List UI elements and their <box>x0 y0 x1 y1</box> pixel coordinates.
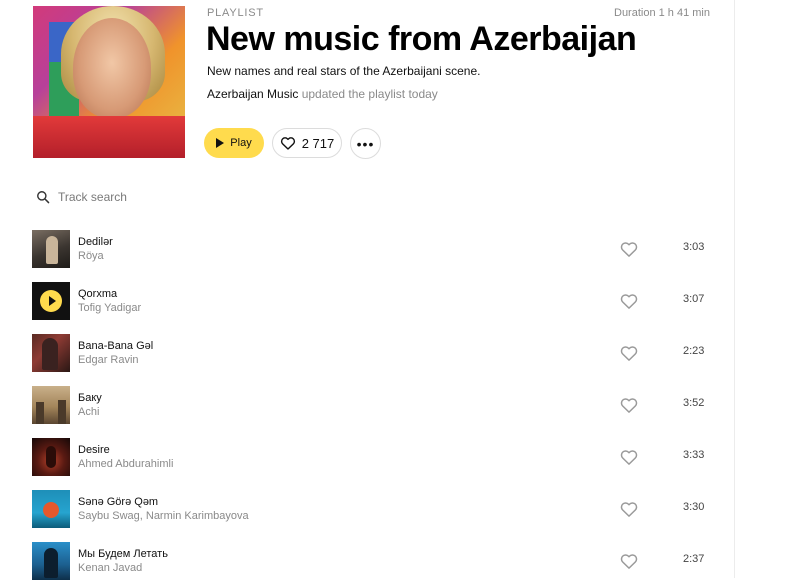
playlist-updated-line: Azerbaijan Music updated the playlist to… <box>207 87 438 101</box>
playlist-type-label: PLAYLIST <box>207 7 264 19</box>
track-title[interactable]: Баку <box>78 392 102 404</box>
track-title[interactable]: Qorxma <box>78 288 117 300</box>
likes-count: 2 717 <box>301 135 335 151</box>
track-duration: 2:23 <box>683 345 705 357</box>
track-title[interactable]: Bana-Bana Gəl <box>78 340 153 352</box>
playlist-author-link[interactable]: Azerbaijan Music <box>207 87 298 101</box>
track-search[interactable] <box>36 188 336 206</box>
track-row[interactable]: Мы Будем Летать Kenan Javad 2:37 <box>0 535 734 587</box>
track-row[interactable]: Баку Achi 3:52 <box>0 379 734 431</box>
track-cover <box>32 438 70 476</box>
playlist-cover <box>33 6 185 158</box>
track-artist[interactable]: Kenan Javad <box>78 562 142 574</box>
more-options-button[interactable]: ••• <box>350 128 381 159</box>
content-divider <box>734 0 735 578</box>
track-artist[interactable]: Saybu Swag, Narmin Karimbayova <box>78 510 249 522</box>
playlist-updated-text: updated the playlist today <box>298 87 438 101</box>
heart-icon[interactable] <box>620 552 638 570</box>
track-cover <box>32 386 70 424</box>
track-row[interactable]: Sənə Görə Qəm Saybu Swag, Narmin Karimba… <box>0 483 734 535</box>
track-cover <box>32 334 70 372</box>
play-track-button[interactable] <box>40 290 62 312</box>
heart-icon[interactable] <box>620 396 638 414</box>
track-title[interactable]: Мы Будем Летать <box>78 548 168 560</box>
heart-icon[interactable] <box>620 344 638 362</box>
track-row[interactable]: Dedilər Röya 3:03 <box>0 223 734 275</box>
track-title[interactable]: Dedilər <box>78 236 113 248</box>
track-artist[interactable]: Edgar Ravin <box>78 354 139 366</box>
track-search-input[interactable] <box>58 190 258 204</box>
track-artist[interactable]: Röya <box>78 250 104 262</box>
track-duration: 3:03 <box>683 241 705 253</box>
track-duration: 2:37 <box>683 553 705 565</box>
search-icon <box>37 191 50 204</box>
track-cover <box>32 490 70 528</box>
playlist-title: New music from Azerbaijan <box>206 20 637 58</box>
heart-icon[interactable] <box>620 292 638 310</box>
track-duration: 3:30 <box>683 501 705 513</box>
more-icon: ••• <box>356 135 375 152</box>
track-cover <box>32 282 70 320</box>
playlist-description: New names and real stars of the Azerbaij… <box>207 64 481 78</box>
track-duration: 3:52 <box>683 397 705 409</box>
track-cover <box>32 542 70 580</box>
track-artist[interactable]: Achi <box>78 406 99 418</box>
track-duration: 3:33 <box>683 449 705 461</box>
track-row[interactable]: Bana-Bana Gəl Edgar Ravin 2:23 <box>0 327 734 379</box>
play-button[interactable]: Play <box>204 128 264 158</box>
play-icon <box>216 138 225 148</box>
track-row[interactable]: Qorxma Tofig Yadigar 3:07 <box>0 275 734 327</box>
cover-portrait-face <box>73 18 151 118</box>
heart-icon[interactable] <box>620 448 638 466</box>
play-icon <box>48 296 56 306</box>
track-row[interactable]: Desire Ahmed Abdurahimli 3:33 <box>0 431 734 483</box>
heart-icon[interactable] <box>620 240 638 258</box>
track-cover <box>32 230 70 268</box>
track-artist[interactable]: Tofig Yadigar <box>78 302 141 314</box>
track-duration: 3:07 <box>683 293 705 305</box>
playlist-duration: Duration 1 h 41 min <box>614 7 710 19</box>
track-title[interactable]: Sənə Görə Qəm <box>78 496 158 508</box>
heart-icon <box>280 137 295 150</box>
like-playlist-button[interactable]: 2 717 <box>272 128 342 158</box>
heart-icon[interactable] <box>620 500 638 518</box>
cover-portrait-dress <box>33 116 185 158</box>
track-title[interactable]: Desire <box>78 444 110 456</box>
play-button-label: Play <box>230 137 252 149</box>
track-artist[interactable]: Ahmed Abdurahimli <box>78 458 173 470</box>
